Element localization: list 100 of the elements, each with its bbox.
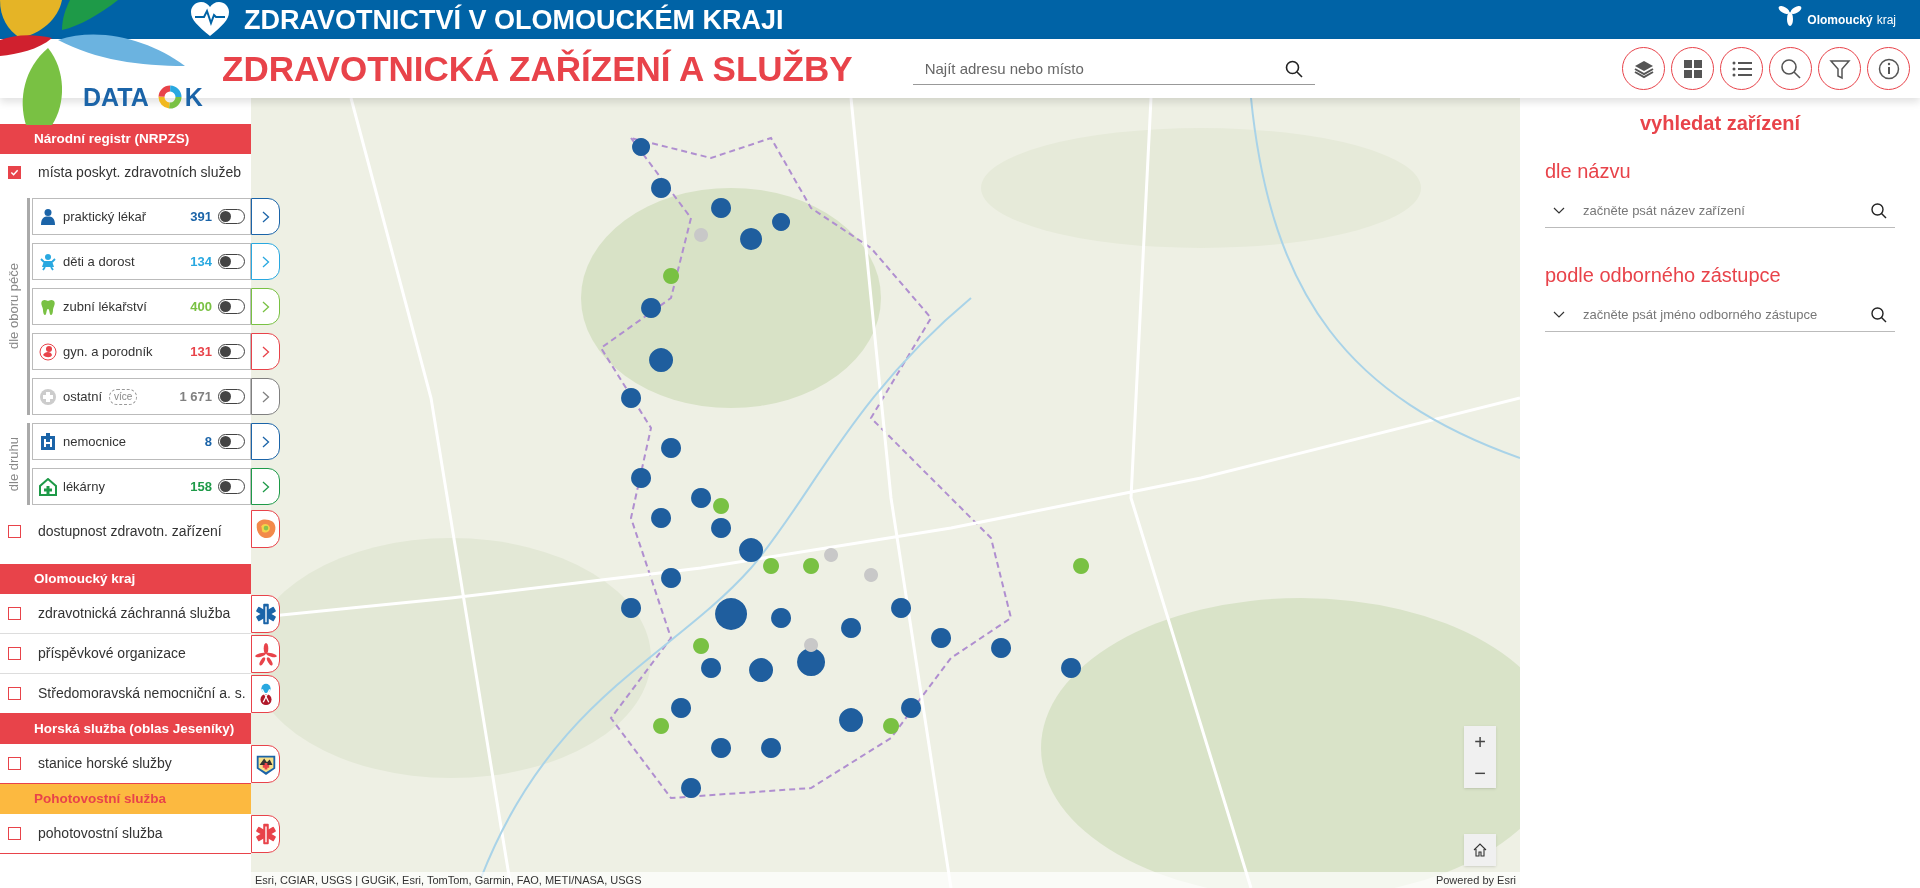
info-icon: [1877, 57, 1900, 80]
checkbox[interactable]: [8, 165, 21, 179]
map-attribution: Esri, CGIAR, USGS | GUGiK, Esri, TomTom, Garmin, FAO, METI/NASA, USGS: [255, 872, 642, 888]
pharmacy-icon: [39, 477, 57, 496]
chevron-down-icon: [1553, 311, 1565, 319]
checkbox[interactable]: [8, 524, 21, 538]
layer-name: ostatní: [63, 387, 103, 406]
flower-logo-icon: [1777, 3, 1804, 27]
search-label: podle odborného zástupce: [1545, 263, 1782, 288]
child-icon: [39, 252, 57, 271]
checkbox[interactable]: [8, 607, 21, 620]
layer-count: 158: [190, 477, 212, 496]
chevron-right-icon: [261, 345, 270, 358]
toggle-switch[interactable]: [218, 254, 245, 269]
layer-name: lékárny: [63, 477, 105, 496]
search-icon[interactable]: [1871, 307, 1887, 323]
checkbox[interactable]: [8, 687, 21, 700]
search-field[interactable]: začněte psát název zařízení: [1545, 194, 1895, 228]
section-title: Národní registr (NRPZS): [34, 129, 190, 148]
legend-grid-icon: [1681, 57, 1704, 80]
layer-label: Středomoravská nemocniční a. s.: [38, 684, 246, 703]
checkmark-icon: [10, 167, 19, 177]
section-title: Horská služba (oblas Jeseníky): [34, 719, 235, 738]
legend-grid-button[interactable]: [1671, 47, 1714, 90]
search-label: dle názvu: [1545, 159, 1632, 184]
checkbox[interactable]: [8, 827, 21, 840]
page-title: ZDRAVOTNICKÁ ZAŘÍZENÍ A SLUŽBY: [222, 48, 853, 89]
panel-title: vyhledat zařízení: [1638, 111, 1802, 136]
home-button[interactable]: [1464, 834, 1496, 866]
info-button[interactable]: [1867, 47, 1910, 90]
layer-tab[interactable]: [251, 423, 280, 460]
layer-tab[interactable]: [251, 595, 280, 633]
toggle-switch[interactable]: [218, 479, 245, 494]
chevron-down-icon: [1553, 207, 1565, 215]
toggle-switch[interactable]: [218, 299, 245, 314]
chevron-right-icon: [261, 435, 270, 448]
zoom-in-button[interactable]: +: [1464, 726, 1496, 757]
zoom-out-button[interactable]: −: [1464, 757, 1496, 788]
search-icon[interactable]: [1284, 59, 1303, 78]
layer-row[interactable]: nemocnice 8: [32, 423, 251, 460]
search-icon: [1779, 57, 1802, 80]
layer-row[interactable]: děti a dorost 134: [32, 243, 251, 280]
address-search-field[interactable]: Najít adresu nebo místo: [912, 52, 1315, 85]
layer-label: stanice horské služby: [38, 754, 172, 773]
logo-word: DATA: [83, 83, 149, 111]
chevron-right-icon: [261, 210, 270, 223]
layer-name: nemocnice: [63, 432, 126, 451]
layer-tab[interactable]: [251, 198, 280, 235]
chevron-right-icon: [261, 255, 270, 268]
section-title: Pohotovostní služba: [34, 789, 166, 808]
powered-by-link[interactable]: Powered by Esri: [1435, 871, 1516, 888]
filter-button[interactable]: [1818, 47, 1861, 90]
layer-name: zubní lékařství: [63, 297, 147, 316]
layer-name: děti a dorost: [63, 252, 135, 271]
layer-count: 400: [190, 297, 212, 316]
layer-name: praktický lékař: [63, 207, 147, 226]
list-button[interactable]: [1720, 47, 1763, 90]
toggle-switch[interactable]: [218, 209, 245, 224]
search-button[interactable]: [1769, 47, 1812, 90]
toggle-switch[interactable]: [218, 344, 245, 359]
cross-icon: [39, 387, 57, 406]
layer-tab[interactable]: [251, 675, 280, 713]
toggle-switch[interactable]: [218, 434, 245, 449]
layer-label: zdravotnická záchranná služba: [38, 604, 231, 623]
search-field[interactable]: začněte psát jméno odborného zástupce: [1545, 298, 1895, 332]
layer-row[interactable]: zubní lékařství 400: [32, 288, 251, 325]
group-label: dle oboru péče: [4, 263, 22, 350]
ring-icon: [157, 85, 182, 109]
layer-count: 1 671: [179, 387, 212, 406]
hospital-icon: [39, 432, 57, 451]
layer-row[interactable]: lékárny 158: [32, 468, 251, 505]
chevron-right-icon: [261, 390, 270, 403]
flower-icon: [253, 642, 278, 666]
layer-count: 131: [190, 342, 212, 361]
section-title: Olomoucký kraj: [34, 569, 136, 588]
search-icon[interactable]: [1871, 203, 1887, 219]
star-of-life-icon: [253, 602, 278, 626]
brand-name: Olomoucký: [1807, 13, 1873, 27]
toggle-switch[interactable]: [218, 389, 245, 404]
home-icon: [1473, 843, 1487, 857]
layer-row[interactable]: ostatní více 1 671: [32, 378, 251, 415]
chevron-right-icon: [261, 300, 270, 313]
layer-count: 391: [190, 207, 212, 226]
layer-tab[interactable]: [251, 745, 280, 783]
layer-name: gyn. a porodník: [63, 342, 153, 361]
checkbox[interactable]: [8, 647, 21, 660]
layer-label: pohotovostní služba: [38, 824, 163, 843]
layer-row[interactable]: praktický lékař 391: [32, 198, 251, 235]
chevron-right-icon: [261, 480, 270, 493]
star-of-life-icon: [253, 822, 278, 846]
layer-count: 8: [204, 432, 212, 451]
layer-row[interactable]: gyn. a porodník 131: [32, 333, 251, 370]
checkbox[interactable]: [8, 757, 21, 770]
layer-label: místa poskyt. zdravotních služeb: [38, 162, 242, 182]
tooth-icon: [39, 297, 57, 316]
filter-icon: [1828, 57, 1851, 80]
layer-label: příspěvkové organizace: [38, 644, 186, 663]
logo-letter: K: [184, 83, 203, 111]
group-label: dle druhu: [4, 436, 22, 492]
layers-button[interactable]: [1622, 47, 1665, 90]
